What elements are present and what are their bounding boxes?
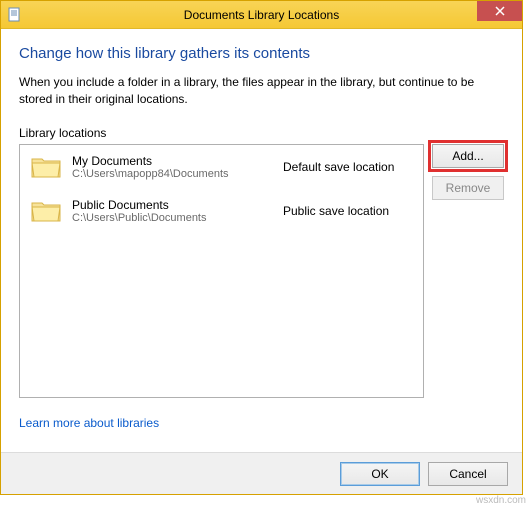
page-heading: Change how this library gathers its cont…: [19, 45, 504, 62]
learn-more-link[interactable]: Learn more about libraries: [19, 416, 159, 430]
titlebar: Documents Library Locations: [1, 1, 522, 29]
ok-button[interactable]: OK: [340, 462, 420, 486]
close-icon: [495, 6, 505, 16]
folder-icon: [30, 197, 62, 225]
location-path: C:\Users\Public\Documents: [72, 212, 273, 224]
location-name: Public Documents: [72, 198, 273, 212]
add-button[interactable]: Add...: [432, 144, 504, 168]
cancel-button[interactable]: Cancel: [428, 462, 508, 486]
window-title: Documents Library Locations: [1, 8, 522, 22]
remove-button: Remove: [432, 176, 504, 200]
location-status: Public save location: [283, 204, 413, 218]
page-description: When you include a folder in a library, …: [19, 74, 504, 108]
close-button[interactable]: [477, 1, 522, 21]
list-item[interactable]: Public Documents C:\Users\Public\Documen…: [20, 189, 423, 233]
dialog-content: Change how this library gathers its cont…: [1, 29, 522, 430]
folder-icon: [30, 153, 62, 181]
location-path: C:\Users\mapopp84\Documents: [72, 168, 273, 180]
side-buttons: Add... Remove: [432, 144, 504, 398]
properties-icon: [7, 7, 23, 23]
locations-label: Library locations: [19, 126, 504, 140]
locations-row: My Documents C:\Users\mapopp84\Documents…: [19, 144, 504, 398]
dialog-window: Documents Library Locations Change how t…: [0, 0, 523, 495]
locations-listbox[interactable]: My Documents C:\Users\mapopp84\Documents…: [19, 144, 424, 398]
dialog-footer: OK Cancel: [1, 452, 522, 494]
location-name: My Documents: [72, 154, 273, 168]
location-text: My Documents C:\Users\mapopp84\Documents: [72, 154, 273, 180]
watermark: wsxdn.com: [476, 495, 526, 506]
list-item[interactable]: My Documents C:\Users\mapopp84\Documents…: [20, 145, 423, 189]
location-status: Default save location: [283, 160, 413, 174]
location-text: Public Documents C:\Users\Public\Documen…: [72, 198, 273, 224]
